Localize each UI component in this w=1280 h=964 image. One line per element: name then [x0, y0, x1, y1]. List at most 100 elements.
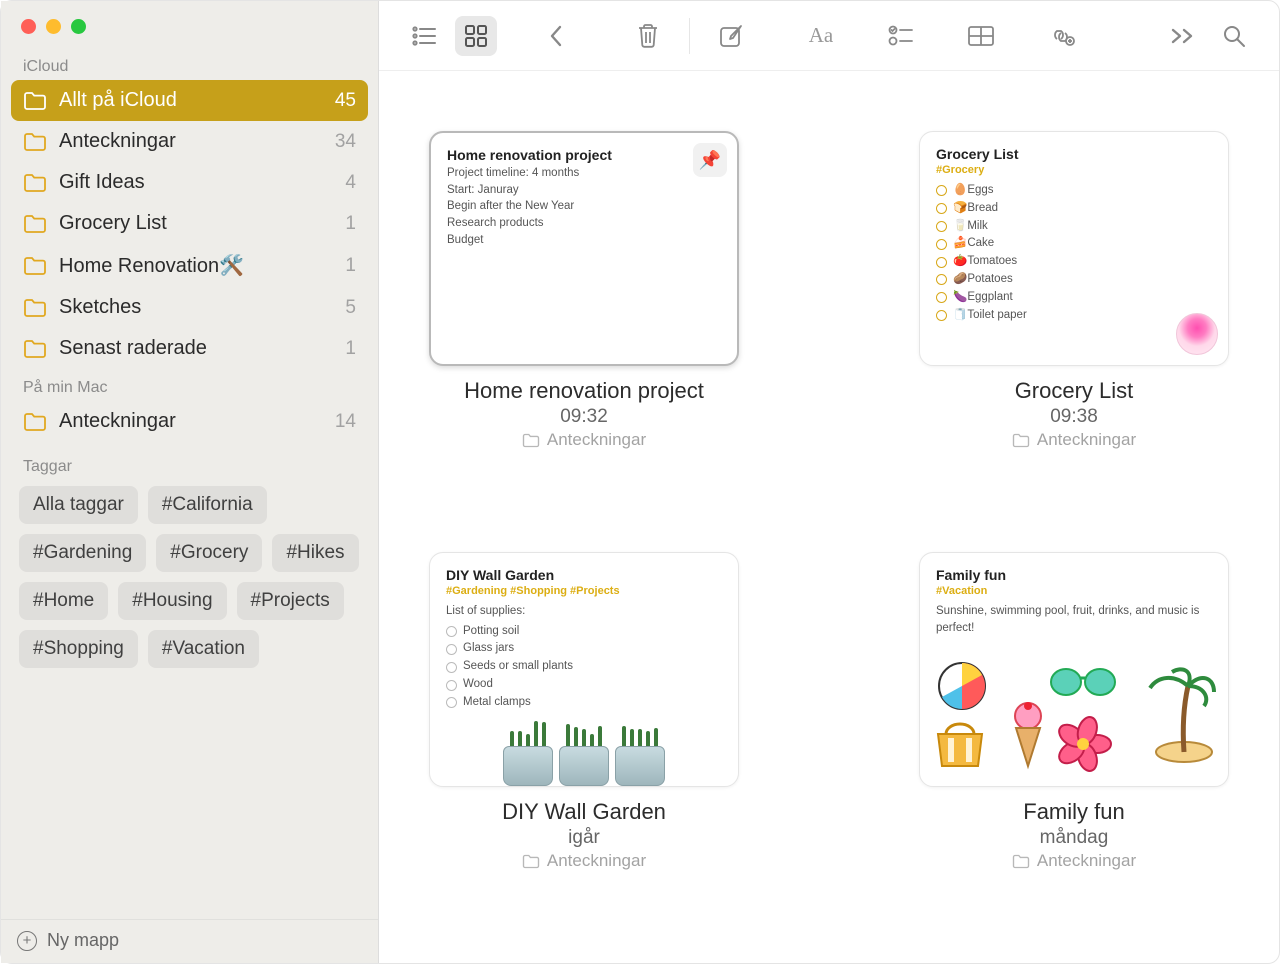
close-window-button[interactable] [21, 19, 36, 34]
note-body-line: Project timeline: 4 months [447, 165, 721, 182]
tag-pill[interactable]: #Hikes [272, 534, 358, 572]
note-body-line: Budget [447, 232, 721, 249]
trash-button[interactable] [627, 16, 669, 56]
checklist-item: Seeds or small plants [446, 658, 722, 676]
note-card-wrapper: DIY Wall Garden #Gardening #Shopping #Pro… [419, 552, 749, 943]
note-tags: #Vacation [936, 585, 1212, 597]
folder-count: 14 [335, 411, 356, 433]
note-body-line: Start: Januray [447, 182, 721, 199]
note-subhead: List of supplies: [446, 603, 722, 620]
note-caption-title: Home renovation project [464, 378, 704, 404]
back-button[interactable] [535, 16, 577, 56]
check-circle-icon [936, 310, 947, 321]
plant-illustration [430, 716, 738, 786]
folder-name: Anteckningar [59, 410, 176, 433]
sidebar-folder-item[interactable]: Allt på iCloud45 [11, 80, 368, 121]
note-card[interactable]: DIY Wall Garden #Gardening #Shopping #Pro… [429, 552, 739, 787]
folder-icon [23, 173, 47, 193]
note-body-line: Research products [447, 215, 721, 232]
note-tags: #Gardening #Shopping #Projects [446, 585, 722, 597]
link-button[interactable] [1040, 16, 1082, 56]
search-button[interactable] [1213, 16, 1255, 56]
minimize-window-button[interactable] [46, 19, 61, 34]
check-circle-icon [446, 626, 457, 637]
checklist-button[interactable] [880, 16, 922, 56]
folder-name: Senast raderade [59, 337, 207, 360]
more-button[interactable] [1161, 16, 1203, 56]
checklist-item: 🧻Toilet paper [936, 307, 1212, 325]
check-circle-icon [936, 185, 947, 196]
checklist-item: 🍰Cake [936, 235, 1212, 253]
sticker-collage [930, 660, 1218, 780]
folder-name: Home Renovation🛠️ [59, 253, 244, 278]
check-circle-icon [446, 697, 457, 708]
note-card[interactable]: Grocery List#Grocery🥚Eggs🍞Bread🥛Milk🍰Cak… [919, 131, 1229, 366]
toolbar-divider [689, 18, 690, 54]
note-title: Family fun [936, 567, 1212, 583]
note-caption-folder: Anteckningar [522, 851, 646, 871]
note-caption-time: måndag [1012, 827, 1136, 849]
note-title: DIY Wall Garden [446, 567, 722, 583]
check-circle-icon [446, 662, 457, 673]
tag-pill[interactable]: #Home [19, 582, 108, 620]
main-panel: Aa [379, 1, 1279, 963]
folder-icon [23, 256, 47, 276]
sidebar-folder-item[interactable]: Anteckningar34 [1, 121, 378, 162]
sidebar-folder-item[interactable]: Senast raderade1 [1, 328, 378, 369]
tag-pill[interactable]: #Gardening [19, 534, 146, 572]
note-caption: Family funmåndagAnteckningar [1012, 799, 1136, 874]
checklist-item: 🍞Bread [936, 200, 1212, 218]
folder-count: 5 [345, 297, 356, 319]
folder-name: Grocery List [59, 212, 167, 235]
tag-pill[interactable]: #Projects [237, 582, 344, 620]
check-circle-icon [936, 257, 947, 268]
note-caption: DIY Wall GardenigårAnteckningar [502, 799, 666, 874]
folder-count: 34 [335, 131, 356, 153]
folder-name: Sketches [59, 296, 141, 319]
check-circle-icon [936, 239, 947, 250]
tag-pill[interactable]: #Shopping [19, 630, 138, 668]
sidebar-folder-item[interactable]: Home Renovation🛠️1 [1, 244, 378, 287]
pin-icon[interactable]: 📌 [693, 143, 727, 177]
new-folder-button[interactable]: + Ny mapp [1, 919, 378, 963]
check-circle-icon [446, 680, 457, 691]
sidebar-folder-item[interactable]: Sketches 5 [1, 287, 378, 328]
note-caption-title: Grocery List [1012, 378, 1136, 404]
folder-name: Allt på iCloud [59, 89, 177, 112]
tag-pill[interactable]: #Vacation [148, 630, 259, 668]
checklist-item: 🍆Eggplant [936, 289, 1212, 307]
folder-icon [1012, 433, 1030, 448]
check-circle-icon [446, 644, 457, 655]
list-view-button[interactable] [403, 16, 445, 56]
folder-count: 4 [345, 172, 356, 194]
compose-button[interactable] [710, 16, 752, 56]
tag-pill[interactable]: #Housing [118, 582, 226, 620]
plus-icon: + [17, 931, 37, 951]
sidebar-folder-item[interactable]: Gift Ideas 4 [1, 162, 378, 203]
note-title: Home renovation project [447, 147, 721, 163]
format-button[interactable]: Aa [800, 16, 842, 56]
note-body-line: Begin after the New Year [447, 198, 721, 215]
fullscreen-window-button[interactable] [71, 19, 86, 34]
notes-grid: Home renovation project Project timeline:… [379, 71, 1279, 963]
table-button[interactable] [960, 16, 1002, 56]
folder-name: Gift Ideas [59, 171, 145, 194]
checklist-item: 🥛Milk [936, 218, 1212, 236]
sidebar-folder-item[interactable]: Anteckningar 14 [1, 401, 378, 442]
tag-pill[interactable]: #Grocery [156, 534, 262, 572]
tag-pill[interactable]: Alla taggar [19, 486, 138, 524]
note-tags: #Grocery [936, 164, 1212, 176]
sidebar-folder-item[interactable]: Grocery List1 [1, 203, 378, 244]
note-caption-title: Family fun [1012, 799, 1136, 825]
note-caption-folder: Anteckningar [1012, 851, 1136, 871]
grid-view-button[interactable] [455, 16, 497, 56]
note-card[interactable]: Family fun #Vacation Sunshine, swimming po… [919, 552, 1229, 787]
sidebar-section-label: iCloud [1, 48, 378, 80]
check-circle-icon [936, 274, 947, 285]
note-caption-time: 09:32 [464, 406, 704, 428]
note-title: Grocery List [936, 146, 1212, 162]
note-body-line: Sunshine, swimming pool, fruit, drinks, … [936, 603, 1212, 636]
note-card[interactable]: Home renovation project Project timeline:… [429, 131, 739, 366]
sidebar: iCloudAllt på iCloud45Anteckningar34Gift… [1, 1, 379, 963]
tag-pill[interactable]: #California [148, 486, 267, 524]
